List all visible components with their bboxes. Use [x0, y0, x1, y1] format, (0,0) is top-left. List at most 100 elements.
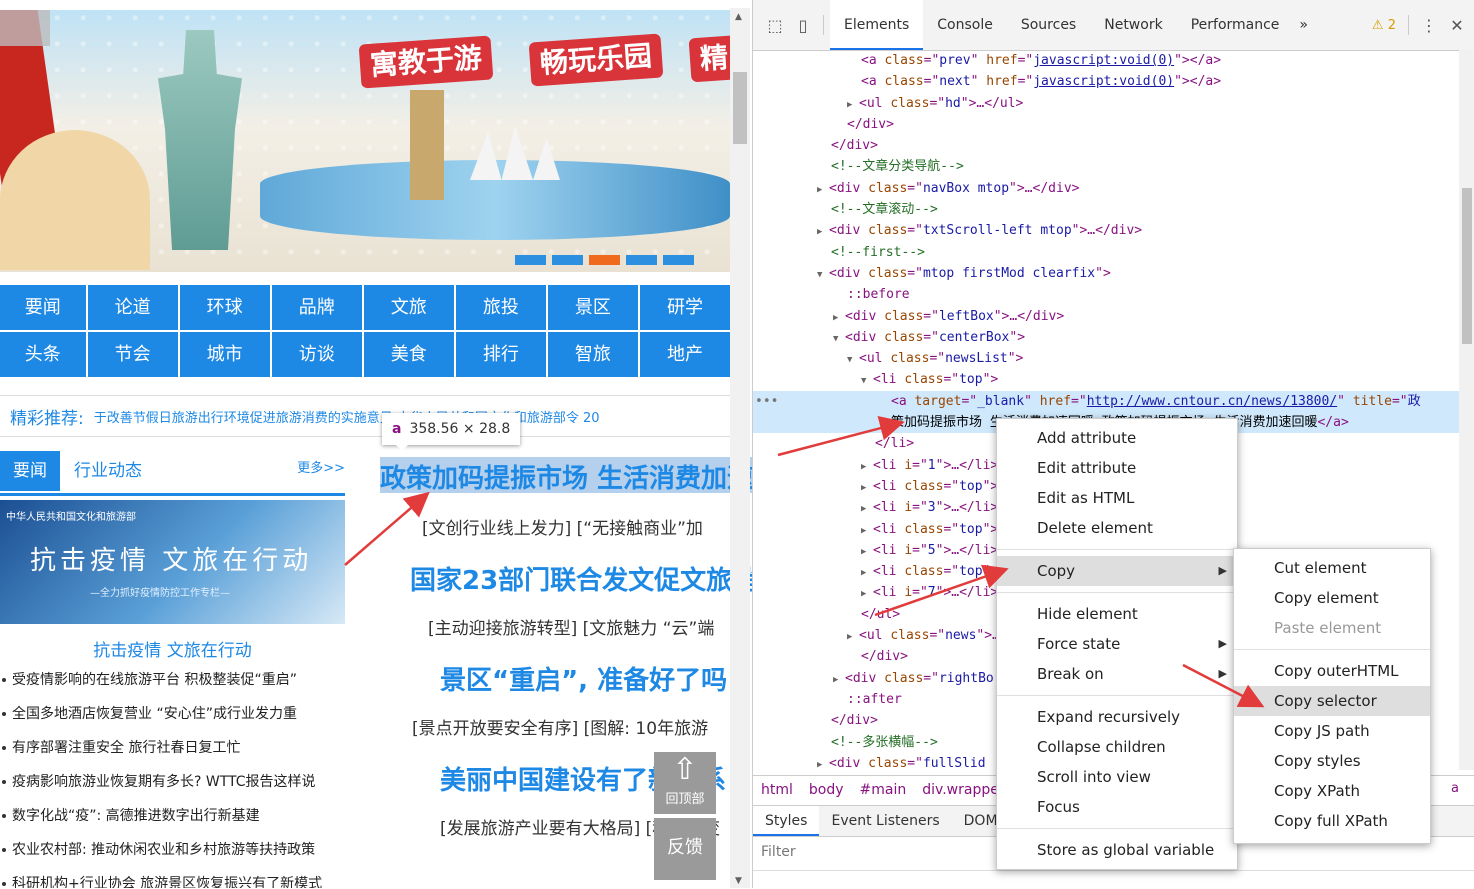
kebab-menu-icon[interactable]: ⋮: [1415, 11, 1443, 39]
nav-item[interactable]: 智旅: [547, 332, 638, 377]
breadcrumb-item[interactable]: body: [809, 782, 844, 798]
page-scrollbar-thumb[interactable]: [733, 72, 747, 144]
menu-item-break-on[interactable]: Break on ▶: [997, 659, 1237, 689]
nav-item[interactable]: 头条: [0, 332, 86, 377]
nav-item[interactable]: 文旅: [363, 285, 454, 330]
breadcrumb-item[interactable]: div.wrapper: [922, 782, 1004, 798]
headline-title[interactable]: 国家23部门联合发文促文旅消费: [410, 560, 752, 597]
headline-subtitle[interactable]: [主动迎接旅游转型] [文旅魅力 “云”端: [428, 614, 752, 639]
menu-item-force-state[interactable]: Force state ▶: [997, 629, 1237, 659]
dom-node[interactable]: ▶ <div class="txtScroll-left mtop">…</div…: [753, 220, 1459, 241]
headline-title[interactable]: 景区“重启”, 准备好了吗: [440, 660, 752, 697]
nav-item[interactable]: 论道: [87, 285, 178, 330]
news-link[interactable]: 科研机构+行业协会 旅游景区恢复振兴有了新模式: [0, 872, 345, 888]
menu-item-collapse-children[interactable]: Collapse children: [997, 732, 1237, 762]
dom-tree-scrollbar-thumb[interactable]: [1462, 188, 1472, 344]
menu-item-add-attribute[interactable]: Add attribute: [997, 423, 1237, 453]
scroll-up-arrow-icon[interactable]: ▲: [735, 12, 742, 22]
dom-pseudo[interactable]: ::before: [753, 284, 1459, 305]
menu-item-copy-full-xpath[interactable]: Copy full XPath: [1234, 806, 1430, 836]
menu-item-focus[interactable]: Focus: [997, 792, 1237, 822]
tab-sources[interactable]: Sources: [1007, 0, 1090, 50]
tab-headlines[interactable]: 要闻: [0, 451, 60, 491]
dom-node[interactable]: </div>: [753, 114, 1459, 135]
menu-item-copy-element[interactable]: Copy element: [1234, 583, 1430, 613]
feature-image[interactable]: 中华人民共和国文化和旅游部 抗击疫情 文旅在行动 —全力抓好疫情防控工作专栏—: [0, 500, 345, 624]
tab-styles[interactable]: Styles: [753, 806, 820, 836]
feature-caption[interactable]: 抗击疫情 文旅在行动: [0, 636, 345, 661]
banner-dot[interactable]: [626, 255, 657, 265]
nav-item[interactable]: 旅投: [455, 285, 546, 330]
headline-subtitle[interactable]: [景点开放要安全有序] [图解: 10年旅游: [412, 714, 752, 739]
news-link[interactable]: 有序部署注重安全 旅行社春日复工忙: [0, 736, 345, 770]
more-tabs-icon[interactable]: »: [1293, 0, 1314, 50]
device-toolbar-icon[interactable]: ▯: [789, 11, 817, 39]
tab-event-listeners[interactable]: Event Listeners: [819, 806, 951, 836]
nav-item[interactable]: 景区: [547, 285, 638, 330]
dom-node[interactable]: ▼ <li class="top">: [753, 369, 1459, 390]
menu-item-expand-recursively[interactable]: Expand recursively: [997, 702, 1237, 732]
dom-comment[interactable]: <!--文章滚动-->: [753, 199, 1459, 220]
back-to-top-button[interactable]: ⇧ 回顶部: [654, 752, 716, 814]
dom-tree-scrollbar[interactable]: [1459, 50, 1474, 770]
menu-item-copy-xpath[interactable]: Copy XPath: [1234, 776, 1430, 806]
banner-dot[interactable]: [515, 255, 546, 265]
nav-item[interactable]: 研学: [639, 285, 731, 330]
recommend-scrolling-text[interactable]: 于改善节假日旅游出行环境促进旅游消费的实施意见 中华人民共和国文化和旅游部令 2…: [94, 407, 600, 426]
menu-item-scroll-into-view[interactable]: Scroll into view: [997, 762, 1237, 792]
tab-elements[interactable]: Elements: [830, 0, 924, 50]
menu-item-copy-selector[interactable]: Copy selector: [1234, 686, 1430, 716]
menu-item-store-global[interactable]: Store as global variable: [997, 835, 1237, 865]
news-link[interactable]: 农业农村部: 推动休闲农业和乡村旅游等扶持政策: [0, 838, 345, 872]
nav-item[interactable]: 美食: [363, 332, 454, 377]
tab-industry[interactable]: 行业动态: [74, 451, 142, 491]
page-scrollbar[interactable]: ▲ ▼: [730, 8, 750, 888]
banner-prev-button[interactable]: [0, 10, 50, 46]
nav-item[interactable]: 排行: [455, 332, 546, 377]
more-link[interactable]: 更多>>: [297, 451, 345, 487]
dom-node[interactable]: ▶ <ul class="hd">…</ul>: [753, 93, 1459, 114]
nav-item[interactable]: 节会: [87, 332, 178, 377]
nav-item[interactable]: 访谈: [271, 332, 362, 377]
scroll-down-arrow-icon[interactable]: ▼: [735, 876, 742, 886]
dom-comment[interactable]: <!--文章分类导航-->: [753, 156, 1459, 177]
inspect-element-icon[interactable]: ⬚: [761, 11, 789, 39]
menu-item-copy-js-path[interactable]: Copy JS path: [1234, 716, 1430, 746]
close-icon[interactable]: ✕: [1443, 11, 1471, 39]
menu-item-edit-as-html[interactable]: Edit as HTML: [997, 483, 1237, 513]
dom-comment[interactable]: <!--first-->: [753, 242, 1459, 263]
news-link[interactable]: 受疫情影响的在线旅游平台 积极整装促“重启”: [0, 668, 345, 702]
dom-node[interactable]: ▼ <div class="mtop firstMod clearfix">: [753, 263, 1459, 284]
feedback-button[interactable]: 反馈: [654, 818, 716, 880]
breadcrumb-item[interactable]: #main: [860, 782, 907, 798]
menu-item-copy[interactable]: Copy ▶: [997, 556, 1237, 586]
news-link[interactable]: 疫病影响旅游业恢复期有多长? WTTC报告这样说: [0, 770, 345, 804]
banner-dot[interactable]: [663, 255, 694, 265]
menu-item-cut-element[interactable]: Cut element: [1234, 553, 1430, 583]
node-menu-icon[interactable]: •••: [755, 391, 778, 412]
headline-subtitle[interactable]: [文创行业线上发力] [“无接触商业”加: [422, 514, 752, 539]
banner-dot[interactable]: [552, 255, 583, 265]
menu-item-copy-styles[interactable]: Copy styles: [1234, 746, 1430, 776]
headline-title[interactable]: 政策加码提振市场 生活消费加速回暖: [380, 458, 752, 495]
dom-node[interactable]: ▶ <div class="leftBox">…</div>: [753, 306, 1459, 327]
warning-counter[interactable]: ⚠ 2: [1372, 18, 1396, 33]
menu-item-edit-attribute[interactable]: Edit attribute: [997, 453, 1237, 483]
tab-performance[interactable]: Performance: [1177, 0, 1294, 50]
dom-node[interactable]: ▼ <ul class="newsList">: [753, 348, 1459, 369]
nav-item[interactable]: 地产: [639, 332, 731, 377]
menu-item-copy-outerhtml[interactable]: Copy outerHTML: [1234, 656, 1430, 686]
news-link[interactable]: 数字化战“疫”: 高德推进数字出行新基建: [0, 804, 345, 838]
menu-item-delete-element[interactable]: Delete element: [997, 513, 1237, 543]
nav-item[interactable]: 环球: [179, 285, 270, 330]
nav-item[interactable]: 城市: [179, 332, 270, 377]
nav-item[interactable]: 品牌: [271, 285, 362, 330]
tab-console[interactable]: Console: [923, 0, 1007, 50]
styles-filter-input[interactable]: Filter: [761, 844, 796, 860]
dom-node[interactable]: <a class="next" href="javascript:void(0)…: [753, 71, 1459, 92]
banner-dot-active[interactable]: [589, 255, 620, 265]
menu-item-hide-element[interactable]: Hide element: [997, 599, 1237, 629]
breadcrumb-item[interactable]: html: [761, 782, 793, 798]
dom-node[interactable]: </div>: [753, 135, 1459, 156]
news-link[interactable]: 全国多地酒店恢复营业 “安心住”成行业发力重: [0, 702, 345, 736]
